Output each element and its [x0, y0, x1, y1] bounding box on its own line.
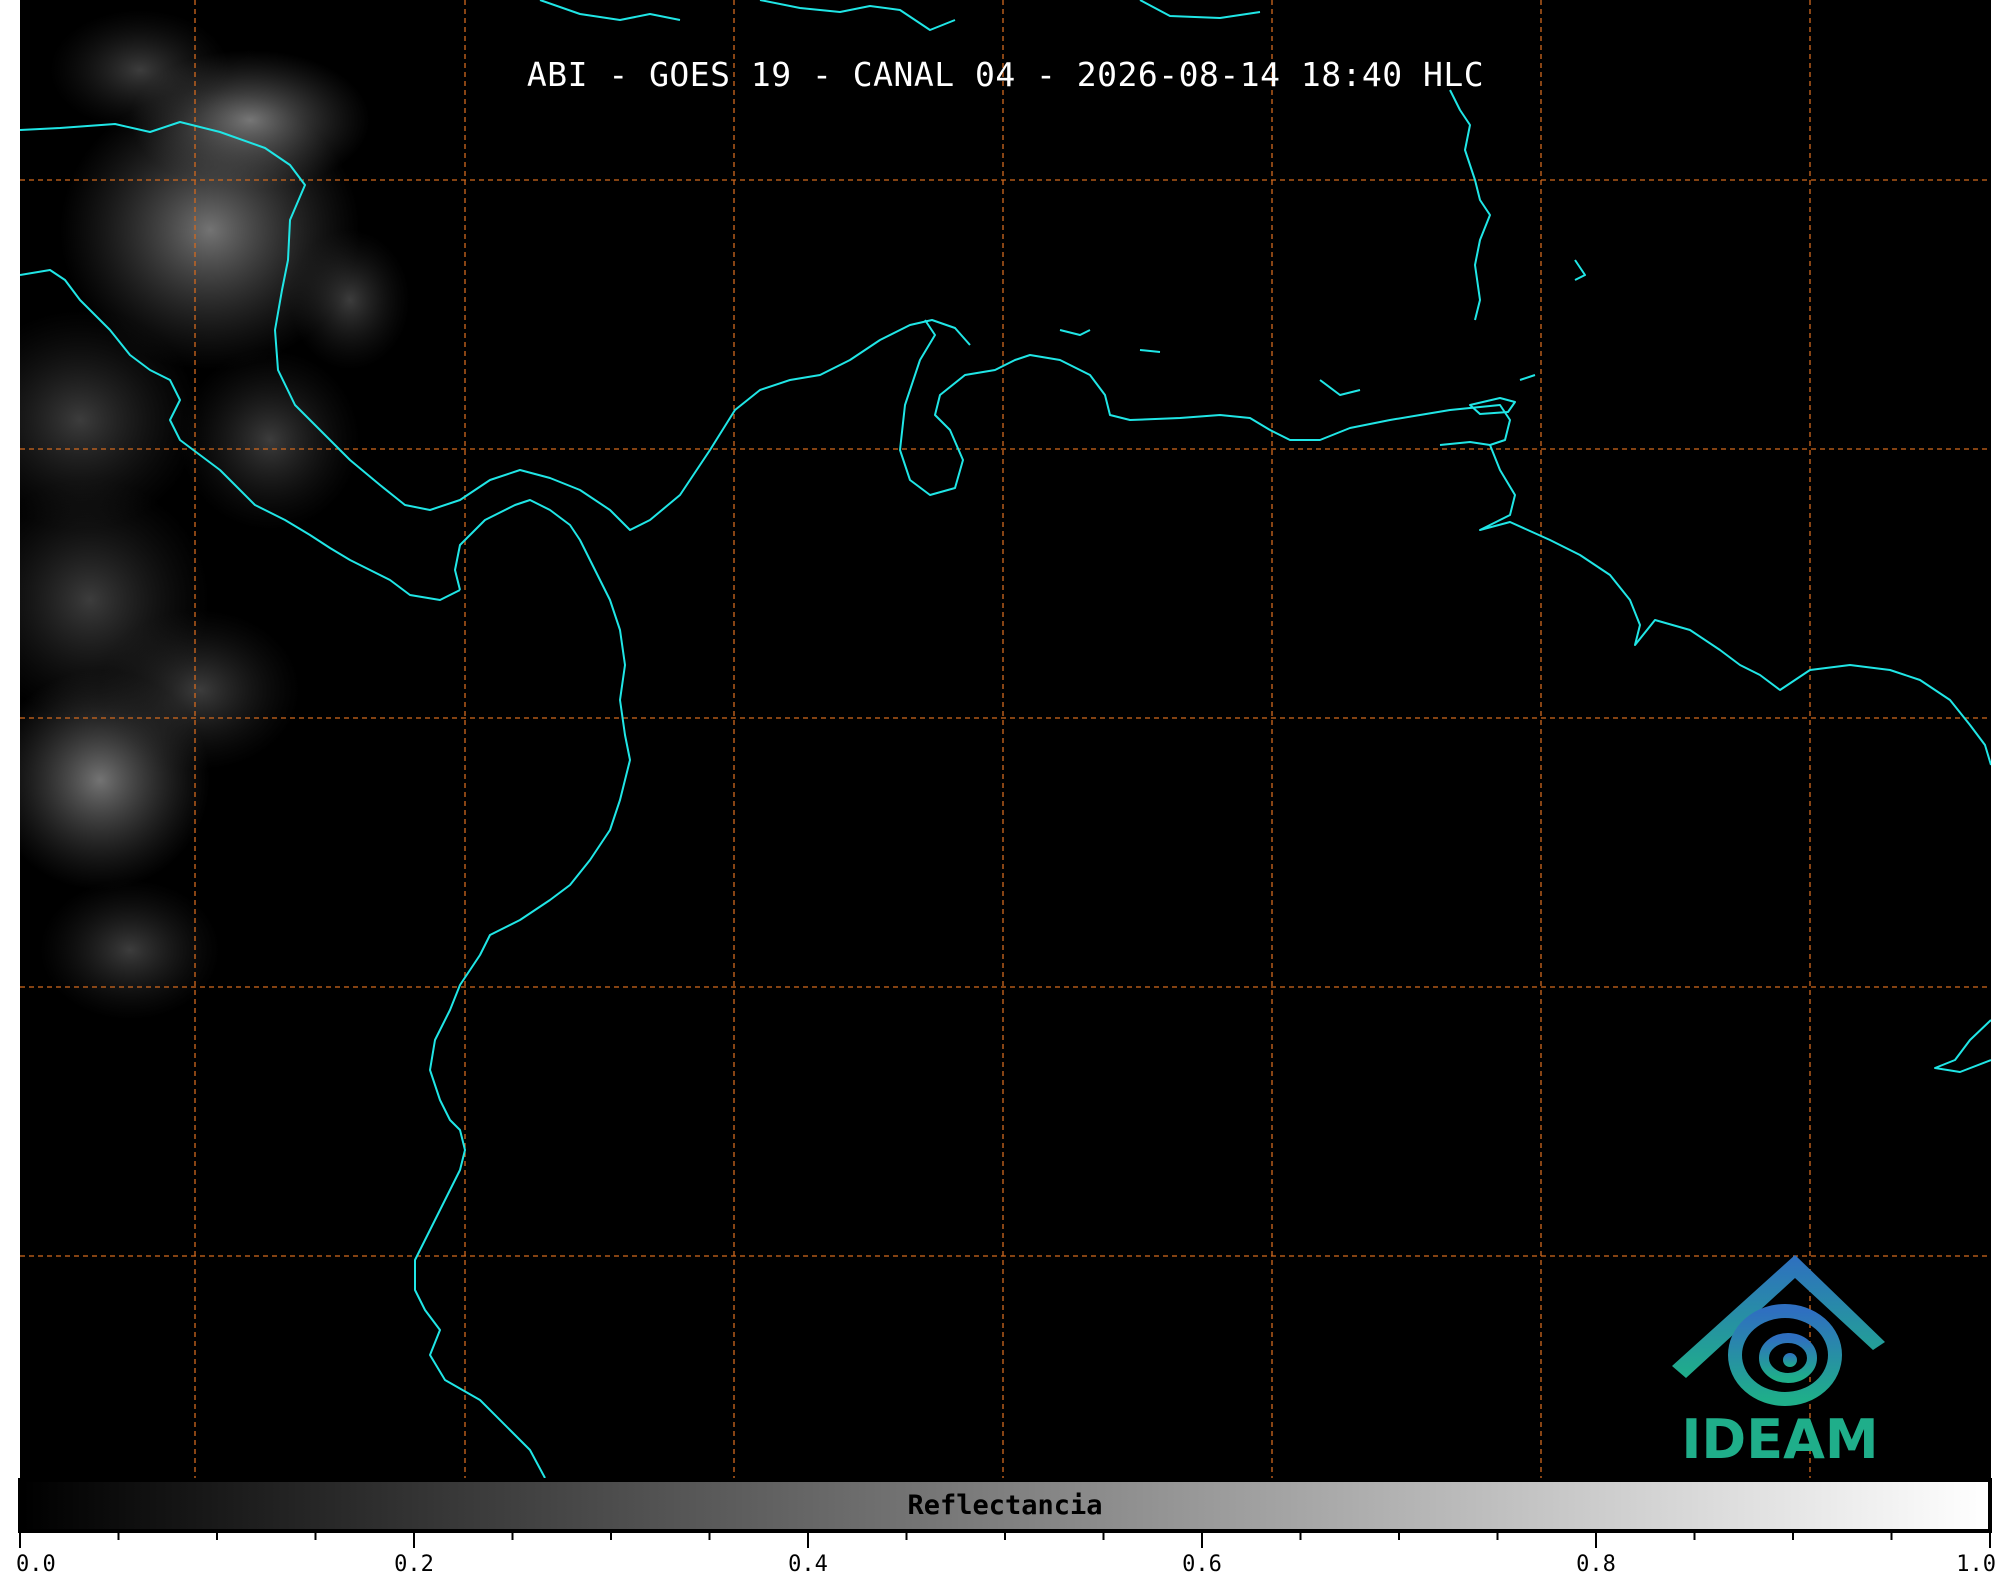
cloud-field — [20, 10, 410, 1020]
ideam-logo-text: IDEAM — [1681, 1408, 1879, 1471]
tick-label: 0.4 — [788, 1552, 828, 1577]
colorbar-ticks: 0.0 0.2 0.4 0.6 0.8 1.0 — [0, 1530, 2011, 1577]
coastline-greater-antilles — [539, 0, 1261, 31]
coastline-guajira — [899, 319, 1511, 496]
map-title: ABI - GOES 19 - CANAL 04 - 2026-08-14 18… — [526, 55, 1485, 94]
tick-label: 0.0 — [16, 1552, 56, 1577]
tick-label: 1.0 — [1956, 1552, 1996, 1577]
tick-label: 0.6 — [1182, 1552, 1222, 1577]
ideam-logo: IDEAM — [1660, 1250, 1900, 1475]
tick-label: 0.2 — [394, 1552, 434, 1577]
coastline-panama — [414, 499, 631, 1478]
colorbar-tick-marks — [19, 1530, 1991, 1548]
colorbar: Reflectancia — [18, 1478, 1992, 1533]
coastline-lesser-antilles — [1449, 89, 1491, 321]
coastline-venezuela-east — [1479, 444, 1991, 766]
coastline-islets — [1059, 259, 1586, 396]
tick-label: 0.8 — [1576, 1552, 1616, 1577]
ideam-logo-icon — [1672, 1255, 1885, 1406]
coastline-east-edge — [1934, 1019, 1991, 1073]
colorbar-label: Reflectancia — [907, 1490, 1103, 1521]
